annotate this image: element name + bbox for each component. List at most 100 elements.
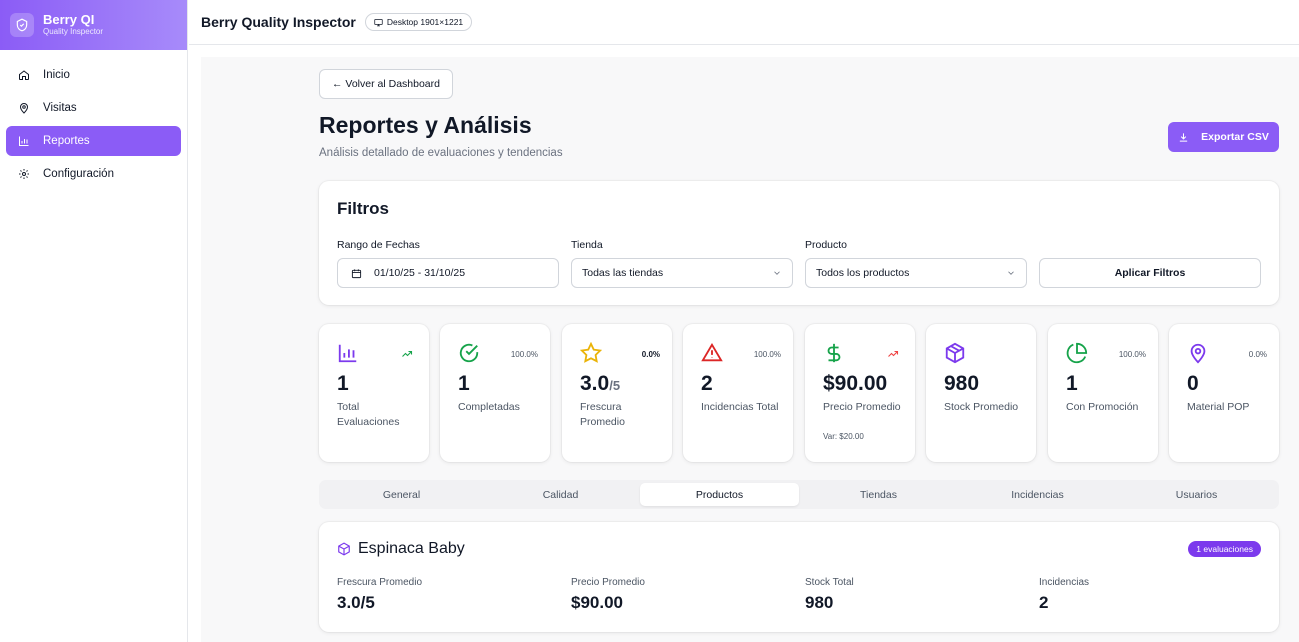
chevron-down-icon [774,271,780,275]
sidebar-item-label: Inicio [43,69,70,81]
kpi-variance: Var: $20.00 [823,432,864,441]
kpi-value: 1 [458,372,470,395]
sidebar: Berry QI Quality Inspector Inicio Visita… [0,0,188,642]
product-select[interactable]: Todos los productos [805,258,1027,288]
date-range-picker[interactable]: 01/10/25 - 31/10/25 [337,258,559,288]
back-to-dashboard-button[interactable]: ← Volver al Dashboard [319,69,453,99]
export-label: Exportar CSV [1201,131,1269,143]
apply-filters-button[interactable]: Aplicar Filtros [1039,258,1261,288]
main-content: ← Volver al Dashboard Reportes y Análisi… [201,57,1299,642]
gear-icon [19,169,29,179]
kpi-card-completadas: 100.0% 1 Completadas [440,324,550,462]
sidebar-item-label: Visitas [43,102,77,114]
pie-chart-icon [1066,342,1088,364]
kpi-number: 3.0 [580,372,610,395]
stat-label: Frescura Promedio [337,577,423,588]
stat-label: Incidencias [1039,577,1090,588]
store-select[interactable]: Todas las tiendas [571,258,793,288]
report-tabs: General Calidad Productos Tiendas Incide… [319,480,1279,509]
shield-icon [10,13,34,37]
home-icon [19,70,29,80]
dollar-icon [827,343,841,363]
kpi-label: Material POP [1187,401,1250,413]
stat-value: 2 [1039,593,1049,612]
top-bar: Berry Quality Inspector Desktop 1901×122… [189,0,1299,45]
page-title: Reportes y Análisis [319,112,532,138]
product-label: Producto [805,239,848,251]
bar-chart-icon [338,344,357,363]
stat-frescura: Frescura Promedio 3.0/5 [337,577,422,613]
kpi-badge: 100.0% [510,350,538,359]
kpi-value: 3.0/5 [580,372,620,396]
chevron-down-icon [1008,271,1014,275]
kpi-badge: 0.0% [641,350,660,359]
product-name: Espinaca Baby [358,540,465,557]
export-csv-button[interactable]: Exportar CSV [1168,122,1279,152]
product-card: Espinaca Baby 1 evaluaciones Frescura Pr… [319,522,1279,632]
trending-up-icon [402,350,413,357]
brand-header[interactable]: Berry QI Quality Inspector [0,0,187,50]
kpi-card-frescura: 0.0% 3.0/5 Frescura Promedio [562,324,672,462]
tab-incidencias[interactable]: Incidencias [958,483,1117,506]
evaluations-badge: 1 evaluaciones [1188,541,1261,557]
page-subtitle: Análisis detallado de evaluaciones y ten… [319,147,563,159]
calendar-icon [351,268,362,278]
kpi-label: Completadas [458,401,520,413]
kpi-card-precio: $90.00 Precio Promedio Var: $20.00 [805,324,915,462]
kpi-badge: 100.0% [753,350,781,359]
kpi-card-total-evaluaciones: 1 Total Evaluaciones [319,324,429,462]
kpi-unit: /5 [609,378,621,393]
kpi-value: 1 [337,372,349,395]
tab-tiendas[interactable]: Tiendas [799,483,958,506]
stat-value: $90.00 [571,593,623,612]
kpi-value: $90.00 [823,372,888,395]
kpi-label: Stock Promedio [944,401,1019,413]
brand-title: Berry QI [43,12,95,27]
tab-productos[interactable]: Productos [640,483,799,506]
package-icon [945,342,965,364]
tab-general[interactable]: General [322,483,481,506]
device-badge[interactable]: Desktop 1901×1221 [364,13,473,31]
stat-precio: Precio Promedio $90.00 [571,577,645,613]
stat-label: Stock Total [805,577,854,588]
kpi-card-promocion: 100.0% 1 Con Promoción [1048,324,1158,462]
product-select-value: Todos los productos [816,267,910,279]
stat-value: 980 [805,593,834,612]
store-select-value: Todas las tiendas [582,267,664,279]
filters-title: Filtros [337,199,389,218]
download-icon [1179,132,1188,142]
store-label: Tienda [571,239,603,251]
star-icon [580,342,602,363]
kpi-badge: 100.0% [1118,350,1146,359]
stat-incidencias: Incidencias 2 [1039,577,1089,613]
sidebar-item-inicio[interactable]: Inicio [6,60,181,90]
product-title: Espinaca Baby [337,540,465,558]
stat-stock: Stock Total 980 [805,577,854,613]
kpi-value: 1 [1066,372,1078,395]
date-range-value: 01/10/25 - 31/10/25 [374,267,466,279]
check-circle-icon [459,343,479,363]
trending-up-icon [888,350,899,357]
kpi-card-material-pop: 0.0% 0 Material POP [1169,324,1279,462]
device-label: Desktop 1901×1221 [386,17,464,27]
kpi-card-incidencias: 100.0% 2 Incidencias Total [683,324,793,462]
monitor-icon [374,18,383,26]
stat-label: Precio Promedio [571,577,645,588]
sidebar-item-label: Reportes [43,135,90,147]
kpi-label: Frescura Promedio [580,401,625,428]
kpi-label: Total Evaluaciones [337,401,400,428]
alert-triangle-icon [701,342,723,362]
kpi-value: 2 [701,372,713,395]
sidebar-item-visitas[interactable]: Visitas [6,93,181,123]
filters-card: Filtros Rango de Fechas Tienda Producto … [319,181,1279,305]
kpi-label: Con Promoción [1066,401,1139,413]
tab-calidad[interactable]: Calidad [481,483,640,506]
brand-subtitle: Quality Inspector [43,27,104,36]
bar-chart-icon [19,136,29,146]
kpi-label: Incidencias Total [701,401,779,413]
sidebar-item-label: Configuración [43,168,114,180]
tab-usuarios[interactable]: Usuarios [1117,483,1276,506]
date-range-label: Rango de Fechas [337,239,420,251]
sidebar-item-configuracion[interactable]: Configuración [6,159,181,189]
sidebar-item-reportes[interactable]: Reportes [6,126,181,156]
